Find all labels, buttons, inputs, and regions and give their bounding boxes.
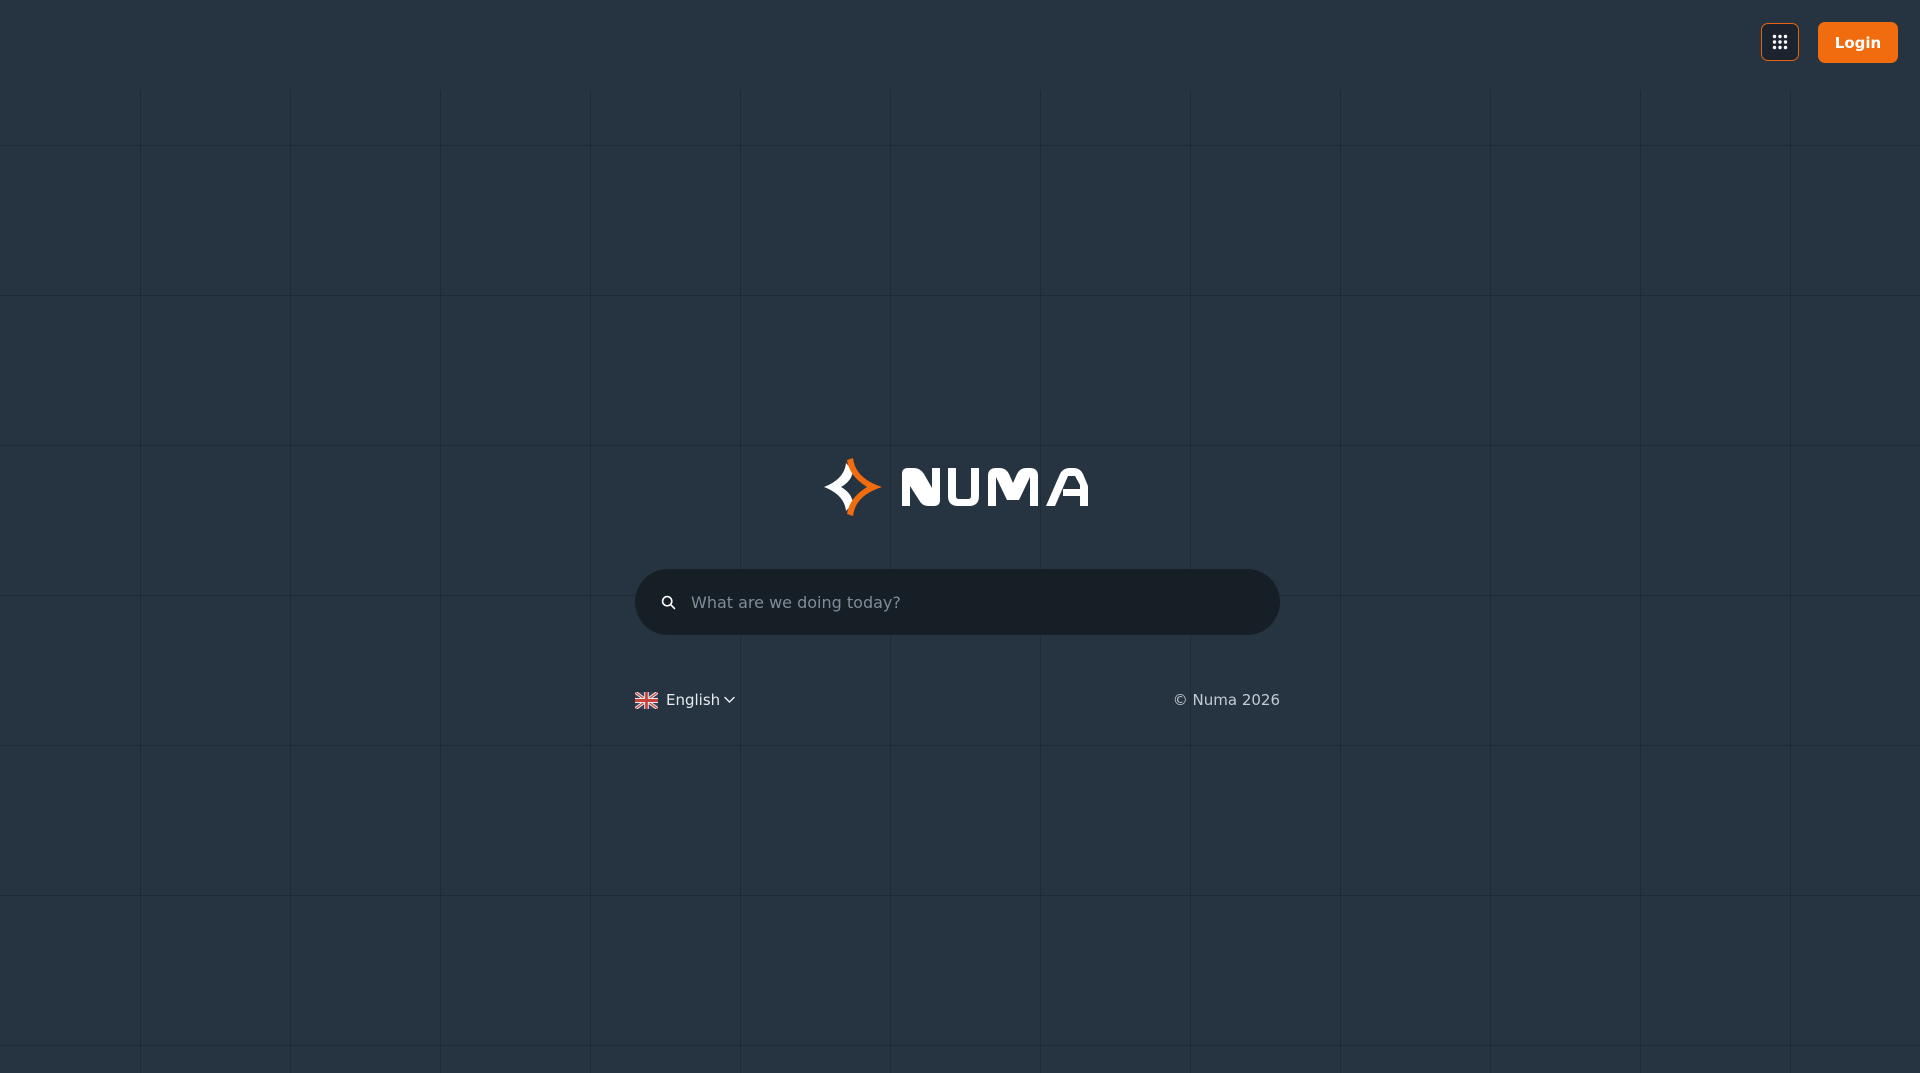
numa-logo xyxy=(822,456,1088,518)
uk-flag-icon xyxy=(635,691,658,709)
numa-wordmark xyxy=(902,468,1088,506)
search-icon xyxy=(659,593,677,611)
search-input[interactable] xyxy=(691,582,1280,622)
chevron-down-icon xyxy=(724,696,735,704)
footer-row: English © Numa 2026 xyxy=(635,688,1280,712)
language-selector[interactable]: English xyxy=(635,688,735,712)
page: Login What are we doing today? English ©… xyxy=(0,0,1920,1073)
login-button[interactable]: Login xyxy=(1818,22,1898,63)
copyright-text: © Numa 2026 xyxy=(1172,691,1280,709)
numa-star-icon xyxy=(824,458,882,516)
search-bar[interactable] xyxy=(635,569,1280,635)
top-bar: Login xyxy=(0,0,1920,86)
apps-menu-button[interactable] xyxy=(1761,23,1799,61)
language-label: English xyxy=(666,691,721,709)
grid-dots-icon xyxy=(1772,34,1788,50)
